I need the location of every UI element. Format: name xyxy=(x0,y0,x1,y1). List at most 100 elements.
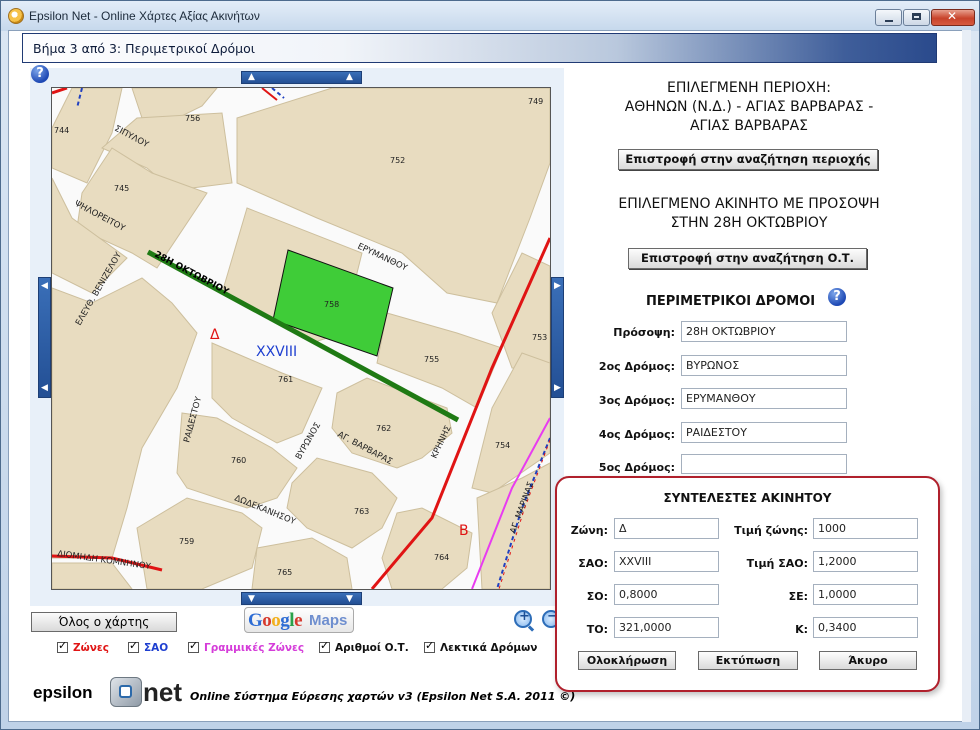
logo-net-text: net xyxy=(143,677,182,707)
selected-area-name-cont: ΑΓΙΑΣ ΒΑΡΒΑΡΑΣ xyxy=(689,118,809,134)
se-label: ΣΕ: xyxy=(788,590,808,603)
k-label: Κ: xyxy=(795,623,808,636)
sao-label: ΣΑΟ: xyxy=(578,557,608,570)
layer-zones-label: Ζώνες xyxy=(73,642,109,654)
zone-label: Ζώνη: xyxy=(570,524,608,537)
selected-area-info: ΕΠΙΛΕΓΜΕΝΗ ΠΕΡΙΟΧΗ: ΑΘΗΝΩΝ (Ν.Δ.) - ΑΓΙΑ… xyxy=(584,79,914,136)
layer-sao-label: ΣΑΟ xyxy=(144,642,169,654)
layer-linear-zones-checkbox[interactable] xyxy=(188,639,199,653)
block-number: 754 xyxy=(495,441,510,450)
k-field[interactable]: 0,3400 xyxy=(813,617,918,638)
block-number: 756 xyxy=(185,114,200,123)
google-maps-label: Maps xyxy=(309,612,348,629)
selected-area-title: ΕΠΙΛΕΓΜΕΝΗ ΠΕΡΙΟΧΗ: xyxy=(667,80,831,96)
step-label: Βήμα 3 από 3: Περιμετρικοί Δρόμοι xyxy=(33,41,256,56)
layer-sao-checkbox[interactable] xyxy=(128,639,139,653)
street-2-field[interactable]: ΒΥΡΩΝΟΣ xyxy=(681,355,847,376)
so-label: ΣΟ: xyxy=(586,590,608,603)
whole-map-button[interactable]: Όλος ο χάρτης xyxy=(31,612,177,632)
block-number: 761 xyxy=(278,375,293,384)
block-number: 765 xyxy=(277,568,292,577)
layer-street-names-label: Λεκτικά Δρόμων xyxy=(440,642,538,654)
up-arrow-icon: ▲ xyxy=(346,72,353,82)
zone-price-label: Τιμή ζώνης: xyxy=(734,524,808,537)
perimeter-help-icon[interactable]: ? xyxy=(828,288,846,306)
block-number: 745 xyxy=(114,184,129,193)
block-number: 764 xyxy=(434,553,449,562)
step-header: Βήμα 3 από 3: Περιμετρικοί Δρόμοι xyxy=(22,33,937,63)
minimize-button[interactable] xyxy=(875,9,902,26)
selected-area-name: ΑΘΗΝΩΝ (Ν.Δ.) - ΑΓΙΑΣ ΒΑΡΒΑΡΑΣ - xyxy=(624,99,874,115)
close-button[interactable] xyxy=(931,9,975,26)
zone-label: Β xyxy=(459,523,469,539)
block-number: 749 xyxy=(528,97,543,106)
complete-button[interactable]: Ολοκλήρωση xyxy=(578,651,676,670)
up-arrow-icon: ▲ xyxy=(248,72,255,82)
zone-label: Δ xyxy=(210,327,220,343)
to-field[interactable]: 321,0000 xyxy=(614,617,719,638)
zone-field[interactable]: Δ xyxy=(614,518,719,539)
layer-block-numbers-label: Αριθμοί Ο.Τ. xyxy=(335,642,409,654)
vertical-scrollbar[interactable] xyxy=(962,30,971,722)
street-5-label: 5ος Δρόμος: xyxy=(598,461,675,474)
back-to-block-search-button[interactable]: Επιστροφή στην αναζήτηση Ο.Τ. xyxy=(628,248,867,269)
sao-field[interactable]: XXVIII xyxy=(614,551,719,572)
selected-property-info: ΕΠΙΛΕΓΜΕΝΟ ΑΚΙΝΗΤΟ ΜΕ ΠΡΟΣΟΨΗ ΣΤΗΝ 28Η Ο… xyxy=(584,195,914,233)
layer-street-names-checkbox[interactable] xyxy=(424,639,435,653)
footer-text: Online Σύστημα Εύρεσης χαρτών v3 (Epsilo… xyxy=(190,690,576,703)
layer-linear-zones-label: Γραμμικές Ζώνες xyxy=(204,642,305,654)
street-2-label: 2ος Δρόμος: xyxy=(598,360,675,373)
block-number: 763 xyxy=(354,507,369,516)
pan-left-button[interactable]: ◀ ◀ xyxy=(38,277,51,398)
map-canvas[interactable]: 749 744 756 752 745 758 753 755 761 762 … xyxy=(52,88,550,589)
right-arrow-icon: ▶ xyxy=(554,281,561,291)
pan-down-button[interactable]: ▼ ▼ xyxy=(241,592,362,605)
block-number: 760 xyxy=(231,456,246,465)
frontage-field[interactable]: 28Η ΟΚΤΩΒΡΙΟΥ xyxy=(681,321,847,342)
street-4-label: 4ος Δρόμος: xyxy=(598,428,675,441)
logo-cube-icon xyxy=(110,677,142,707)
frontage-label: Πρόσοψη: xyxy=(613,326,675,339)
so-field[interactable]: 0,8000 xyxy=(614,584,719,605)
print-button[interactable]: Εκτύπωση xyxy=(698,651,798,670)
down-arrow-icon: ▼ xyxy=(346,594,353,604)
google-maps-button[interactable]: Google Maps xyxy=(244,607,354,633)
cancel-button[interactable]: Άκυρο xyxy=(819,651,917,670)
street-4-field[interactable]: ΡΑΙΔΕΣΤΟΥ xyxy=(681,422,847,443)
map-view[interactable]: 749 744 756 752 745 758 753 755 761 762 … xyxy=(51,87,551,590)
maximize-button[interactable] xyxy=(903,9,930,26)
block-number: 755 xyxy=(424,355,439,364)
down-arrow-icon: ▼ xyxy=(248,594,255,604)
street-3-label: 3ος Δρόμος: xyxy=(598,394,675,407)
street-5-field[interactable] xyxy=(681,454,847,474)
block-number: 753 xyxy=(532,333,547,342)
left-arrow-icon: ◀ xyxy=(41,281,48,291)
street-3-field[interactable]: ΕΡΥΜΑΝΘΟΥ xyxy=(681,388,847,409)
to-label: ΤΟ: xyxy=(586,623,608,636)
sao-price-field[interactable]: 1,2000 xyxy=(813,551,918,572)
right-arrow-icon: ▶ xyxy=(554,383,561,393)
zone-price-field[interactable]: 1000 xyxy=(813,518,918,539)
pan-right-button[interactable]: ▶ ▶ xyxy=(551,277,564,398)
pan-up-button[interactable]: ▲ ▲ xyxy=(241,71,362,84)
app-icon xyxy=(8,8,24,24)
sao-label: XXVIII xyxy=(256,344,297,360)
logo-epsilon-text: epsilon xyxy=(33,683,93,702)
perimeter-streets-title: ΠΕΡΙΜΕΤΡΙΚΟΙ ΔΡΟΜΟΙ xyxy=(646,294,816,309)
back-to-area-search-button[interactable]: Επιστροφή στην αναζήτηση περιοχής xyxy=(618,149,878,170)
selected-property-title: ΕΠΙΛΕΓΜΕΝΟ ΑΚΙΝΗΤΟ ΜΕ ΠΡΟΣΟΨΗ xyxy=(618,196,880,212)
layer-zones-checkbox[interactable] xyxy=(57,639,68,653)
left-arrow-icon: ◀ xyxy=(41,383,48,393)
block-number: 762 xyxy=(376,424,391,433)
selected-property-street: ΣΤΗΝ 28Η ΟΚΤΩΒΡΙΟΥ xyxy=(670,215,828,231)
sao-price-label: Τιμή ΣΑΟ: xyxy=(746,557,808,570)
map-help-icon[interactable]: ? xyxy=(31,65,49,83)
window-title: Epsilon Net - Online Χάρτες Αξίας Ακινήτ… xyxy=(29,9,260,23)
coefficients-title: ΣΥΝΤΕΛΕΣΤΕΣ ΑΚΙΝΗΤΟΥ xyxy=(663,491,832,505)
se-field[interactable]: 1,0000 xyxy=(813,584,918,605)
block-number: 744 xyxy=(54,126,69,135)
layer-block-numbers-checkbox[interactable] xyxy=(319,639,330,653)
block-number: 752 xyxy=(390,156,405,165)
block-number: 759 xyxy=(179,537,194,546)
google-maps-logo: Google xyxy=(248,610,302,631)
